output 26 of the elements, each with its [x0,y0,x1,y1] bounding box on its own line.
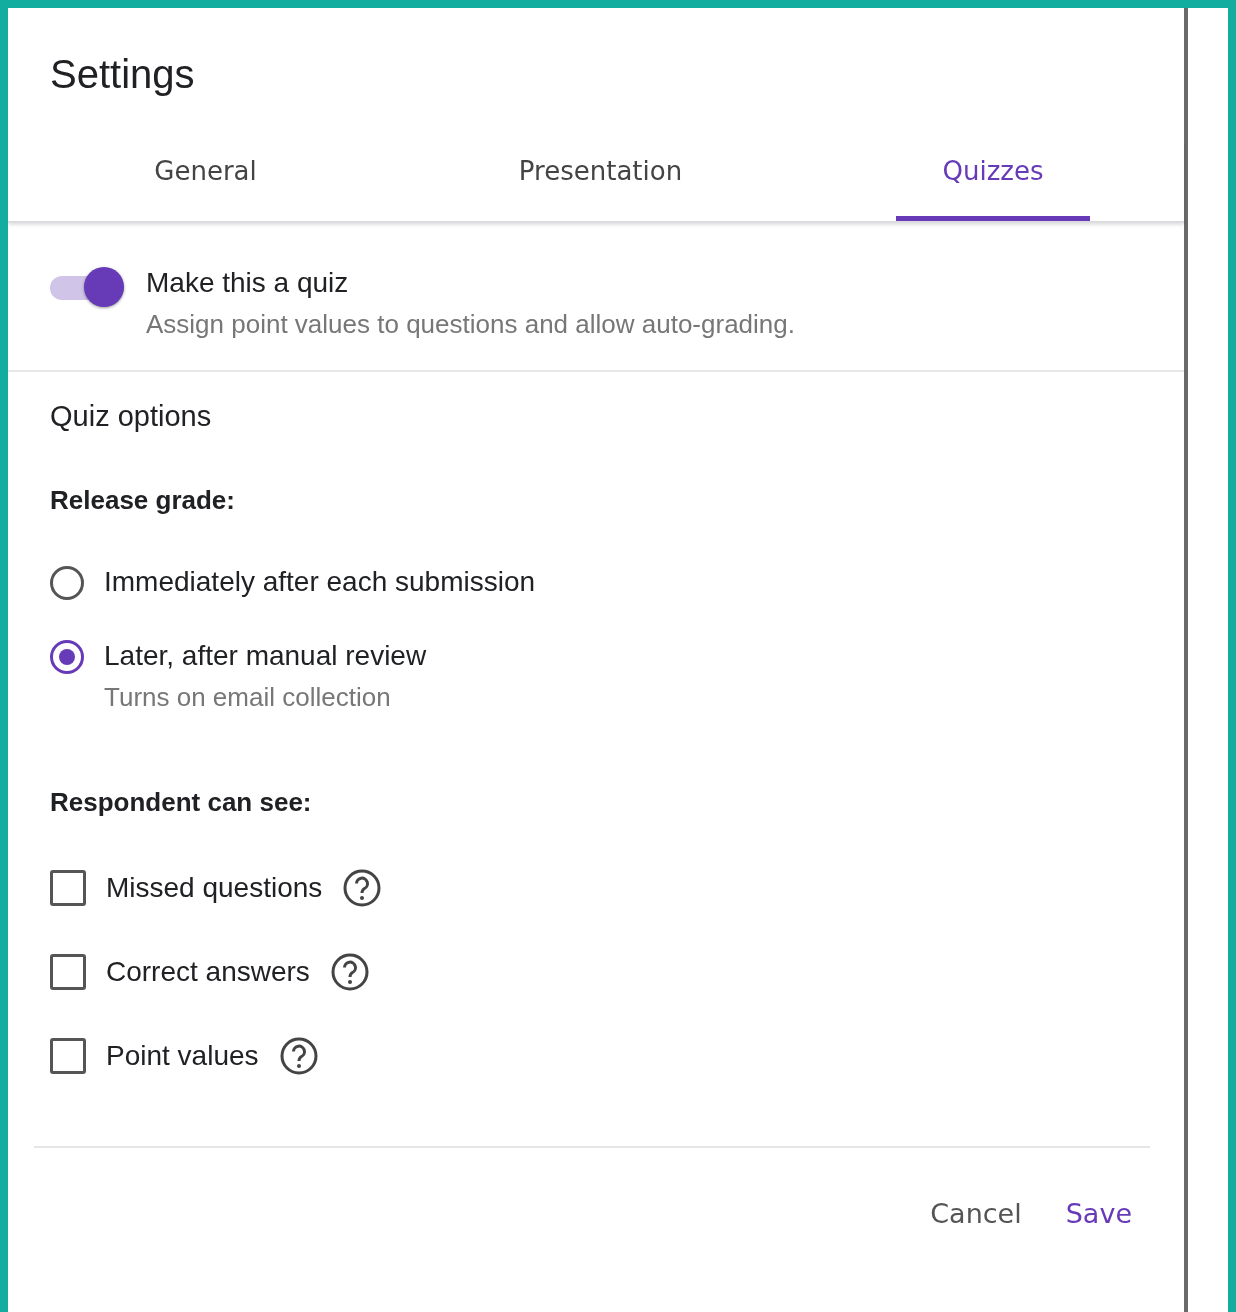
tab[interactable]: Quizzes [896,142,1090,221]
save-button[interactable]: Save [1057,1194,1140,1233]
toggle-switch[interactable] [50,267,126,309]
option-label: Immediately after each submission [104,566,536,598]
checkbox[interactable] [50,870,86,906]
toggle-description: Assign point values to questions and allow auto-grading. [146,309,795,340]
group-heading: Respondent can see: [50,787,313,818]
help-icon[interactable] [342,868,383,908]
section-title: Quiz options [50,400,213,433]
help-icon[interactable] [329,952,370,992]
checkbox[interactable] [50,1038,86,1074]
toggle-label: Make this a quiz [146,267,350,299]
checkbox[interactable] [50,954,86,990]
cancel-button[interactable]: Cancel [922,1194,1030,1233]
tab[interactable]: Presentation [403,142,798,221]
option-label: Missed questions [106,872,323,904]
radio-button[interactable] [50,566,84,600]
option-label: Later, after manual review [104,640,427,672]
radio-button[interactable] [50,640,84,674]
option-label: Correct answers [106,956,310,988]
option-label: Point values [106,1040,259,1072]
dialog-title: Settings [49,51,196,98]
help-icon[interactable] [278,1036,319,1076]
group-heading: Release grade: [50,485,236,516]
tab[interactable]: General [8,142,403,221]
option-hint: Turns on email collection [104,682,392,713]
